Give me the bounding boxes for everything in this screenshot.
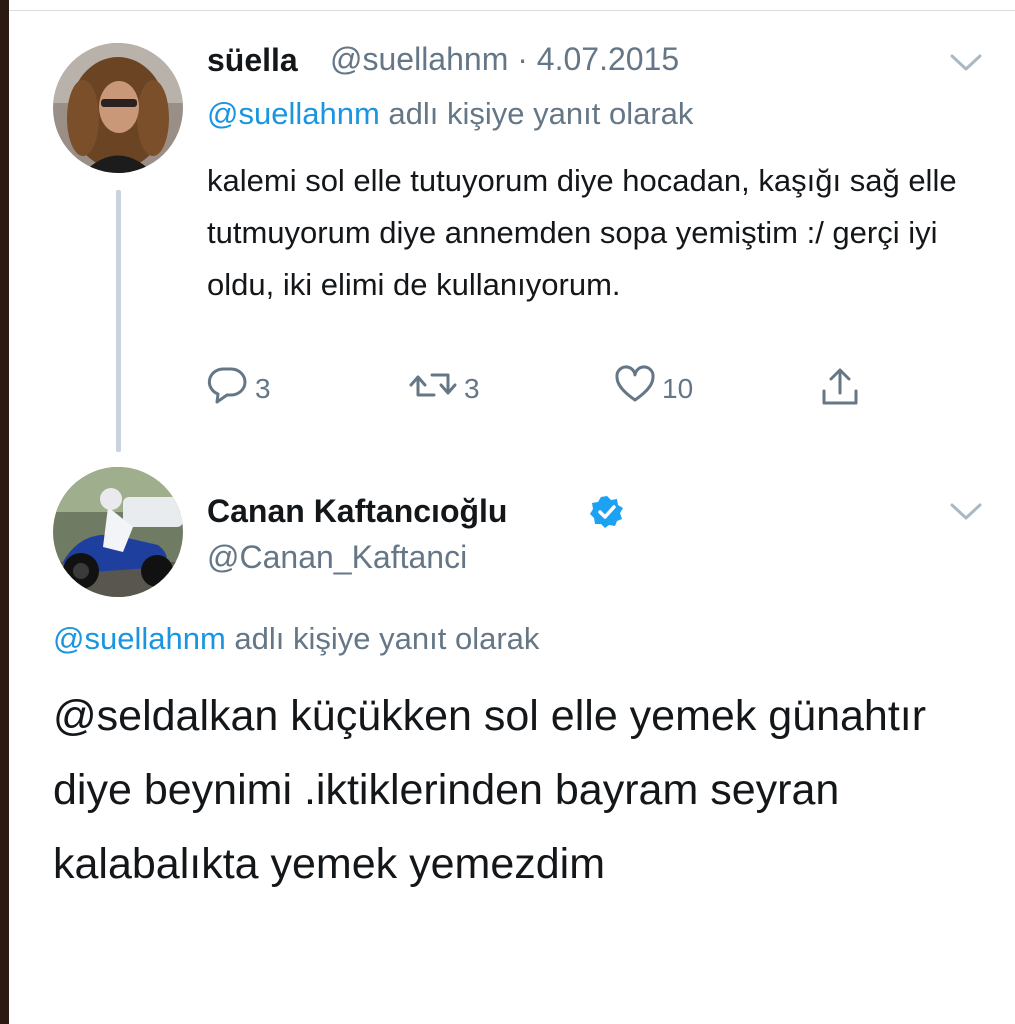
heart-icon: [614, 365, 656, 412]
tweet-text: kalemi sol elle tutuyorum diye hocadan, …: [207, 163, 957, 302]
reply-icon: [205, 365, 249, 412]
display-name[interactable]: Canan Kaftancıoğlu: [207, 493, 507, 530]
handle[interactable]: @Canan_Kaftanci: [207, 539, 467, 576]
reply-context: @suellahnm adlı kişiye yanıt olarak: [207, 96, 693, 132]
like-count: 10: [662, 372, 694, 404]
display-name[interactable]: süella: [207, 42, 298, 79]
thread-connector: [116, 190, 121, 452]
tweet-date[interactable]: 4.07.2015: [537, 41, 679, 77]
photo-edge: [0, 0, 9, 1024]
reply-context: @suellahnm adlı kişiye yanıt olarak: [53, 621, 539, 657]
retweet-count: 3: [464, 372, 480, 404]
top-divider: [9, 10, 1015, 11]
like-button[interactable]: 10: [614, 365, 693, 412]
avatar-suella[interactable]: [53, 43, 183, 173]
reply-to-link[interactable]: @suellahnm: [207, 96, 380, 131]
handle[interactable]: @suellahnm: [330, 41, 508, 77]
tweet-text: @seldalkan küçükken sol elle yemek günah…: [53, 692, 927, 888]
chevron-down-icon[interactable]: [950, 503, 982, 526]
avatar-canan[interactable]: [53, 467, 183, 597]
reply-to-link[interactable]: @suellahnm: [53, 621, 226, 656]
reply-button[interactable]: 3: [205, 365, 271, 412]
retweet-button[interactable]: 3: [408, 365, 480, 412]
retweet-icon: [408, 365, 458, 412]
share-icon: [818, 365, 862, 416]
share-button[interactable]: [818, 365, 862, 416]
verified-badge-icon: [590, 495, 624, 534]
reply-count: 3: [255, 372, 271, 404]
meta-separator: ·: [517, 41, 528, 77]
tweet-meta: @suellahnm · 4.07.2015: [330, 41, 679, 78]
reply-to-label: adlı kişiye yanıt olarak: [234, 621, 540, 656]
chevron-down-icon[interactable]: [950, 54, 982, 77]
reply-to-label: adlı kişiye yanıt olarak: [388, 96, 694, 131]
